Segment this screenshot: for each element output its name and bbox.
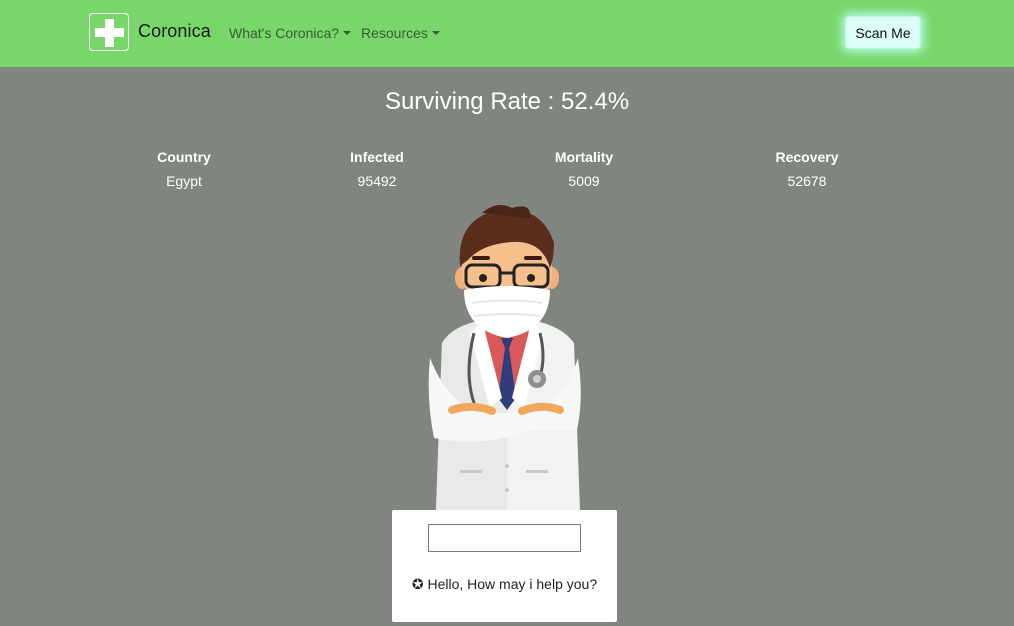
chat-input[interactable] — [428, 524, 581, 552]
stat-value-country: Egypt — [166, 173, 202, 189]
nav-whats-coronica[interactable]: What's Coronica? — [229, 25, 352, 41]
stat-header-infected: Infected — [350, 149, 404, 165]
stat-header-mortality: Mortality — [554, 149, 614, 165]
nav-whats-coronica-label: What's Coronica? — [229, 25, 340, 41]
scan-me-button[interactable]: Scan Me — [845, 16, 921, 49]
caret-down-icon — [431, 31, 440, 35]
stat-header-recovery: Recovery — [775, 149, 839, 165]
stat-value-recovery: 52678 — [787, 173, 827, 189]
navbar: Coronica What's Coronica? Resources Scan… — [0, 0, 1014, 67]
surviving-rate-heading: Surviving Rate : 52.4% — [384, 88, 630, 115]
nav-resources[interactable]: Resources — [361, 25, 440, 41]
chat-greeting: ✪ Hello, How may i help you? — [411, 576, 598, 592]
brand-name[interactable]: Coronica — [138, 21, 211, 42]
caret-down-icon — [343, 31, 352, 35]
nav-resources-label: Resources — [361, 25, 428, 41]
medical-cross-icon[interactable] — [89, 13, 129, 51]
stat-value-infected: 95492 — [357, 173, 397, 189]
stat-value-mortality: 5009 — [568, 173, 600, 189]
chat-box: ✪ Hello, How may i help you? — [392, 510, 617, 622]
stat-header-country: Country — [157, 149, 211, 165]
doctor-illustration — [412, 198, 602, 510]
